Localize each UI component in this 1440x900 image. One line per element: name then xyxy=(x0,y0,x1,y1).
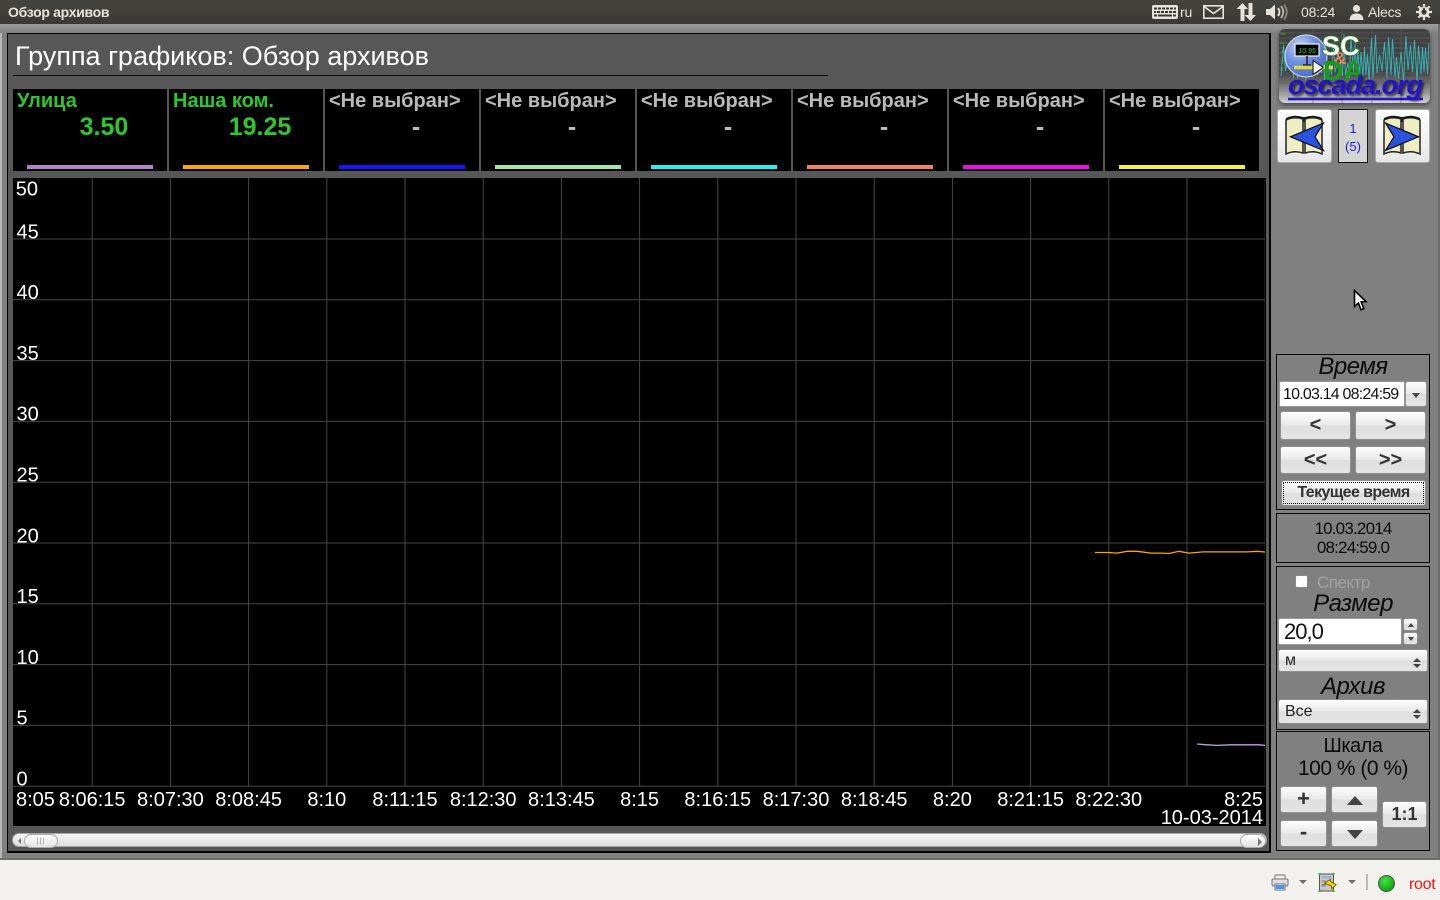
svg-text:200: 200 xyxy=(1280,41,1286,45)
svg-text:0: 0 xyxy=(17,769,28,791)
svg-text:8:16:15: 8:16:15 xyxy=(684,789,751,811)
svg-text:oscada.org: oscada.org xyxy=(1288,70,1424,100)
svg-text:20: 20 xyxy=(17,525,39,547)
svg-text:8:06:15: 8:06:15 xyxy=(59,789,126,811)
svg-text:8:20: 8:20 xyxy=(933,789,972,811)
svg-text:35: 35 xyxy=(17,343,39,365)
svg-text:50: 50 xyxy=(16,179,38,201)
svg-text:10.95: 10.95 xyxy=(1298,48,1316,55)
svg-text:8:18:45: 8:18:45 xyxy=(841,789,908,811)
svg-text:8:12:30: 8:12:30 xyxy=(450,789,517,811)
svg-text:15: 15 xyxy=(17,586,39,608)
svg-text:8:21:15: 8:21:15 xyxy=(997,789,1064,811)
svg-text:5: 5 xyxy=(17,708,28,730)
svg-text:8:05: 8:05 xyxy=(16,789,55,811)
svg-text:8:22:30: 8:22:30 xyxy=(1075,789,1142,811)
svg-text:8:15: 8:15 xyxy=(620,789,659,811)
svg-text:8:08:45: 8:08:45 xyxy=(215,789,282,811)
svg-text:8:13:45: 8:13:45 xyxy=(528,789,595,811)
svg-text:8:07:30: 8:07:30 xyxy=(137,789,204,811)
svg-text:10-03-2014: 10-03-2014 xyxy=(1161,807,1263,826)
svg-text:45: 45 xyxy=(17,221,39,243)
svg-text:10: 10 xyxy=(17,647,39,669)
svg-text:250: 250 xyxy=(1280,32,1286,36)
svg-text:30: 30 xyxy=(17,404,39,426)
svg-text:8:11:15: 8:11:15 xyxy=(372,789,437,811)
svg-text:25: 25 xyxy=(17,465,39,487)
svg-text:40: 40 xyxy=(17,282,39,304)
svg-text:8:10: 8:10 xyxy=(307,789,346,811)
svg-text:8:17:30: 8:17:30 xyxy=(763,789,830,811)
